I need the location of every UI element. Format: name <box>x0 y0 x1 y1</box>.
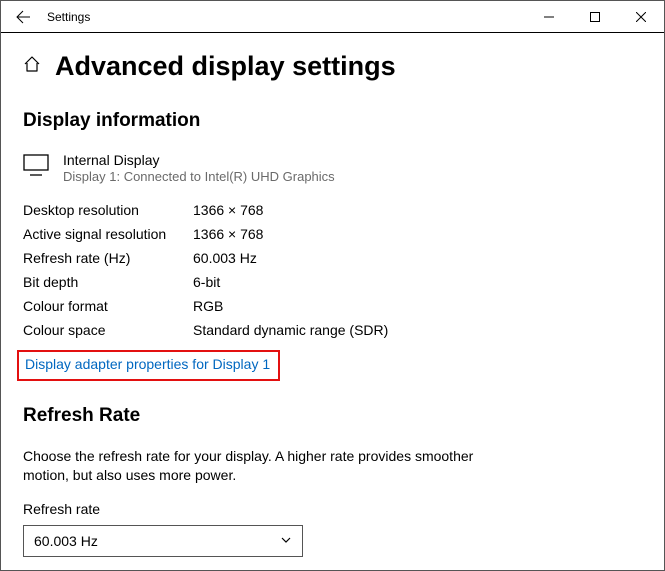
page-title: Advanced display settings <box>55 51 396 82</box>
info-label: Bit depth <box>23 274 193 290</box>
refresh-rate-description: Choose the refresh rate for your display… <box>23 447 483 485</box>
info-value: 1366 × 768 <box>193 226 263 242</box>
minimize-icon <box>544 12 554 22</box>
info-row-colour-space: Colour space Standard dynamic range (SDR… <box>23 322 642 338</box>
info-row-colour-format: Colour format RGB <box>23 298 642 314</box>
content-area: Advanced display settings Display inform… <box>1 33 664 570</box>
info-value: RGB <box>193 298 223 314</box>
display-adapter-properties-link[interactable]: Display adapter properties for Display 1 <box>25 356 270 372</box>
back-button[interactable] <box>1 1 45 33</box>
window-title: Settings <box>47 10 90 24</box>
info-row-refresh-rate: Refresh rate (Hz) 60.003 Hz <box>23 250 642 266</box>
refresh-rate-dropdown[interactable]: 60.003 Hz <box>23 525 303 557</box>
info-row-bit-depth: Bit depth 6-bit <box>23 274 642 290</box>
close-icon <box>636 12 646 22</box>
display-name: Internal Display <box>63 152 335 168</box>
display-summary: Internal Display Display 1: Connected to… <box>23 152 642 184</box>
chevron-down-icon <box>280 533 292 549</box>
info-value: 1366 × 768 <box>193 202 263 218</box>
settings-window: Settings Advanced display settings Displ… <box>0 0 665 571</box>
refresh-rate-heading: Refresh Rate <box>23 405 642 427</box>
info-label: Active signal resolution <box>23 226 193 242</box>
info-label: Refresh rate (Hz) <box>23 250 193 266</box>
close-button[interactable] <box>618 1 664 33</box>
minimize-button[interactable] <box>526 1 572 33</box>
info-value: 60.003 Hz <box>193 250 257 266</box>
titlebar-left: Settings <box>1 1 526 33</box>
info-label: Colour format <box>23 298 193 314</box>
page-header: Advanced display settings <box>23 51 642 82</box>
monitor-icon <box>23 154 49 181</box>
highlight-box: Display adapter properties for Display 1 <box>17 350 280 381</box>
display-summary-text: Internal Display Display 1: Connected to… <box>63 152 335 184</box>
info-label: Desktop resolution <box>23 202 193 218</box>
display-subtitle: Display 1: Connected to Intel(R) UHD Gra… <box>63 169 335 184</box>
refresh-rate-dropdown-value: 60.003 Hz <box>34 533 98 549</box>
back-arrow-icon <box>15 9 31 25</box>
display-information-heading: Display information <box>23 110 642 132</box>
refresh-rate-label: Refresh rate <box>23 501 642 517</box>
window-controls <box>526 1 664 33</box>
info-row-active-signal-resolution: Active signal resolution 1366 × 768 <box>23 226 642 242</box>
maximize-icon <box>590 12 600 22</box>
info-value: 6-bit <box>193 274 220 290</box>
info-value: Standard dynamic range (SDR) <box>193 322 388 338</box>
info-label: Colour space <box>23 322 193 338</box>
maximize-button[interactable] <box>572 1 618 33</box>
info-row-desktop-resolution: Desktop resolution 1366 × 768 <box>23 202 642 218</box>
display-info-table: Desktop resolution 1366 × 768 Active sig… <box>23 202 642 338</box>
home-icon[interactable] <box>23 55 41 78</box>
titlebar: Settings <box>1 1 664 33</box>
